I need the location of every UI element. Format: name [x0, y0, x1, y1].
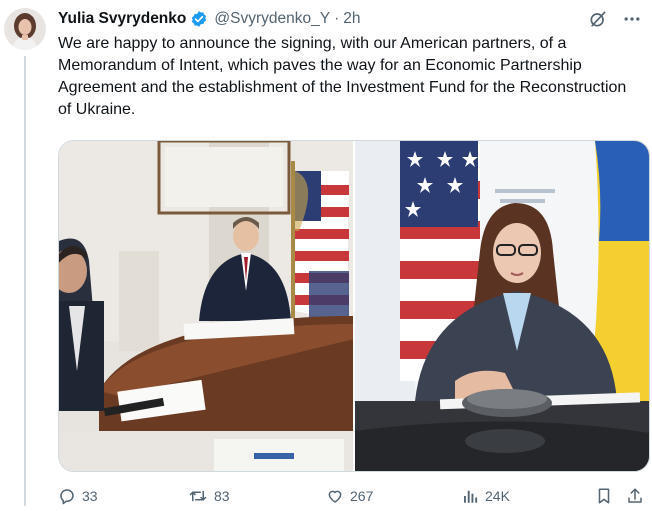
reply-button[interactable]: 33: [58, 487, 98, 505]
photo-signing-ua-side[interactable]: [355, 141, 649, 471]
like-count: 267: [350, 488, 374, 504]
tweet-actions: 33 83 267 24K: [58, 484, 648, 508]
bookmark-button[interactable]: [595, 487, 613, 505]
share-button[interactable]: [626, 487, 644, 505]
author-display-name[interactable]: Yulia Svyrydenko: [58, 10, 186, 28]
views-button[interactable]: 24K: [461, 487, 510, 505]
header-actions: [588, 9, 642, 29]
more-icon[interactable]: [622, 9, 642, 29]
tweet-timestamp[interactable]: 2h: [343, 10, 360, 28]
separator-dot: ·: [334, 10, 340, 27]
tweet-text: We are happy to announce the signing, wi…: [58, 35, 627, 118]
avatar-column: [4, 8, 48, 50]
tweet-header: Yulia Svyrydenko @Svyrydenko_Y · 2h: [58, 8, 642, 30]
views-count: 24K: [485, 488, 510, 504]
bookmark-icon: [598, 488, 610, 504]
avatar[interactable]: [4, 8, 46, 50]
media-grid: [58, 140, 650, 472]
thread-line: [24, 56, 26, 506]
photo-signing-us-side[interactable]: [59, 141, 353, 471]
retweet-icon: [189, 490, 207, 502]
share-icon: [628, 488, 642, 503]
retweet-button[interactable]: 83: [188, 487, 230, 505]
verified-badge-icon: [190, 10, 208, 28]
reply-count: 33: [82, 488, 98, 504]
reply-icon: [60, 489, 74, 505]
retweet-count: 83: [214, 488, 230, 504]
like-icon: [328, 490, 342, 503]
like-button[interactable]: 267: [326, 487, 373, 505]
views-icon: [464, 490, 478, 503]
grok-icon[interactable]: [588, 9, 608, 29]
author-handle[interactable]: @Svyrydenko_Y: [214, 10, 330, 28]
